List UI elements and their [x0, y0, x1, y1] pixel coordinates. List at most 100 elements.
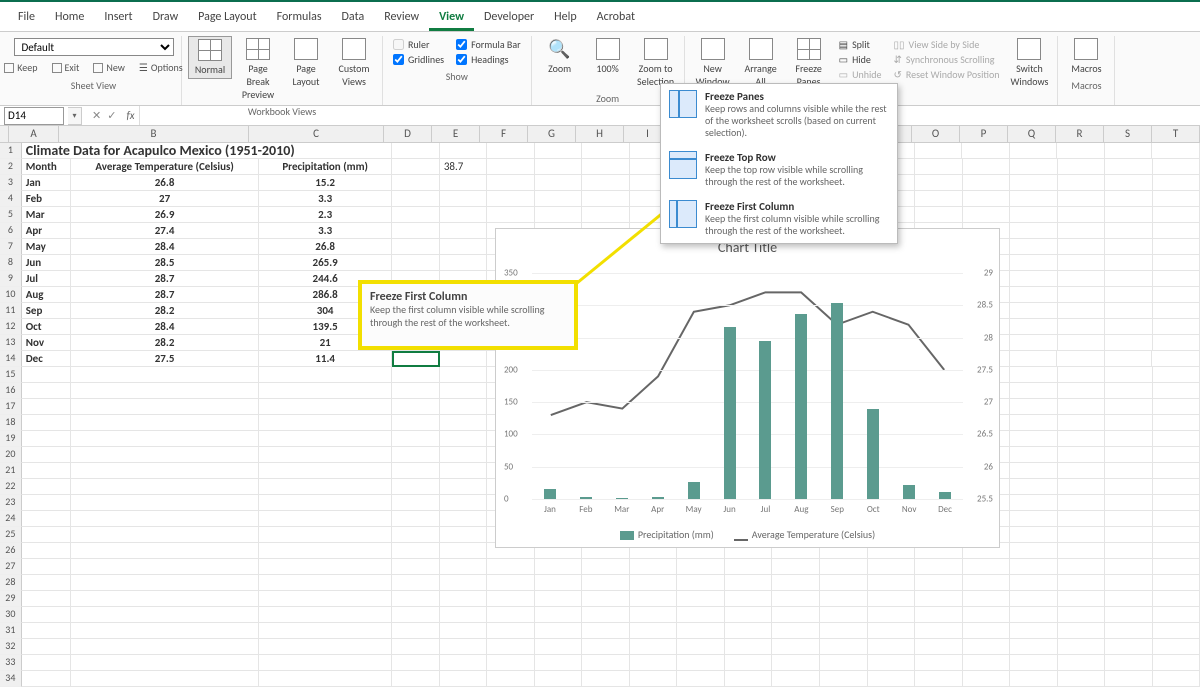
select-all-triangle[interactable] — [0, 126, 9, 142]
cell[interactable] — [22, 671, 71, 687]
cell[interactable]: Climate Data for Acapulco Mexico (1951-2… — [22, 143, 392, 159]
cell[interactable] — [820, 639, 868, 655]
cell[interactable] — [22, 415, 71, 431]
cell[interactable] — [1058, 511, 1106, 527]
cell[interactable] — [1153, 447, 1200, 463]
cell[interactable] — [71, 655, 259, 671]
cell[interactable] — [392, 159, 440, 175]
cell[interactable] — [1153, 383, 1200, 399]
cell[interactable] — [440, 623, 488, 639]
cell[interactable] — [820, 607, 868, 623]
row-header[interactable]: 26 — [0, 543, 22, 559]
fx-label[interactable]: fx — [122, 109, 138, 122]
cell[interactable] — [392, 607, 440, 623]
cell[interactable] — [22, 511, 71, 527]
row-header[interactable]: 31 — [0, 623, 22, 639]
cell[interactable] — [259, 559, 392, 575]
cell[interactable] — [1058, 287, 1106, 303]
cell[interactable] — [1153, 255, 1200, 271]
cell[interactable] — [22, 383, 71, 399]
cell[interactable] — [725, 575, 773, 591]
cell[interactable] — [1058, 463, 1106, 479]
cell[interactable] — [259, 655, 392, 671]
cell[interactable] — [1153, 287, 1200, 303]
cell[interactable] — [440, 415, 488, 431]
cell[interactable] — [22, 527, 71, 543]
cell[interactable] — [440, 239, 488, 255]
cell[interactable] — [868, 607, 916, 623]
cell[interactable] — [1058, 559, 1106, 575]
cell[interactable] — [440, 399, 488, 415]
cell[interactable] — [725, 639, 773, 655]
cell[interactable] — [535, 175, 583, 191]
cell[interactable] — [1058, 655, 1106, 671]
cell[interactable] — [487, 639, 535, 655]
cell[interactable] — [1105, 527, 1153, 543]
cell[interactable] — [963, 559, 1011, 575]
cell[interactable] — [440, 191, 488, 207]
cell[interactable] — [440, 575, 488, 591]
cell[interactable] — [630, 639, 678, 655]
col-header-B[interactable]: B — [59, 126, 249, 142]
cell[interactable] — [1105, 575, 1153, 591]
cell[interactable] — [1153, 543, 1200, 559]
cell[interactable] — [963, 575, 1011, 591]
cell[interactable] — [772, 655, 820, 671]
cell[interactable]: 2.3 — [259, 207, 392, 223]
col-header-P[interactable]: P — [960, 126, 1008, 142]
cell[interactable] — [440, 223, 488, 239]
cell[interactable] — [440, 367, 488, 383]
tab-developer[interactable]: Developer — [474, 6, 544, 31]
cell[interactable] — [71, 463, 259, 479]
cell[interactable]: 28.4 — [71, 319, 259, 335]
cell[interactable] — [1105, 671, 1153, 687]
cell[interactable] — [1010, 511, 1058, 527]
cell[interactable] — [440, 607, 488, 623]
zoom-selection-button[interactable]: Zoom to Selection — [634, 36, 678, 90]
freeze-option-2[interactable]: Freeze First ColumnKeep the first column… — [661, 194, 897, 243]
cell[interactable] — [1010, 575, 1058, 591]
cell[interactable] — [71, 479, 259, 495]
cell[interactable]: 3.3 — [259, 223, 392, 239]
cell[interactable] — [1105, 607, 1153, 623]
cell[interactable] — [535, 655, 583, 671]
cell[interactable] — [71, 367, 259, 383]
cell[interactable] — [1010, 239, 1058, 255]
cell[interactable] — [820, 655, 868, 671]
cell[interactable]: 27.4 — [71, 223, 259, 239]
cell[interactable] — [440, 479, 488, 495]
reset-window-pos-button[interactable]: ↺ Reset Window Position — [894, 68, 1000, 81]
cell[interactable] — [1105, 159, 1153, 175]
cell[interactable] — [868, 575, 916, 591]
cell[interactable] — [1153, 335, 1200, 351]
row-header[interactable]: 1 — [0, 143, 22, 159]
cell[interactable] — [1010, 527, 1058, 543]
cell[interactable] — [1105, 351, 1153, 367]
cell[interactable] — [963, 207, 1011, 223]
cell[interactable] — [22, 591, 71, 607]
cell[interactable] — [392, 623, 440, 639]
cell[interactable]: Apr — [22, 223, 71, 239]
cell[interactable] — [1153, 271, 1200, 287]
col-header-Q[interactable]: Q — [1008, 126, 1056, 142]
cell[interactable] — [915, 175, 963, 191]
cell[interactable] — [582, 639, 630, 655]
cell[interactable]: Mar — [22, 207, 71, 223]
cell[interactable] — [1010, 495, 1058, 511]
cell[interactable] — [259, 479, 392, 495]
cell[interactable] — [772, 671, 820, 687]
col-header-H[interactable]: H — [576, 126, 624, 142]
cell[interactable] — [677, 575, 725, 591]
cell[interactable] — [1105, 639, 1153, 655]
cell[interactable]: Jul — [22, 271, 71, 287]
cell[interactable] — [392, 351, 440, 367]
cell[interactable] — [1058, 495, 1106, 511]
cell[interactable]: 28.2 — [71, 303, 259, 319]
cell[interactable] — [1105, 319, 1153, 335]
row-header[interactable]: 15 — [0, 367, 22, 383]
cell[interactable] — [1058, 399, 1106, 415]
cell[interactable] — [772, 591, 820, 607]
cell[interactable] — [1153, 303, 1200, 319]
freeze-option-1[interactable]: Freeze Top RowKeep the top row visible w… — [661, 145, 897, 194]
normal-view-button[interactable]: Normal — [188, 36, 232, 79]
